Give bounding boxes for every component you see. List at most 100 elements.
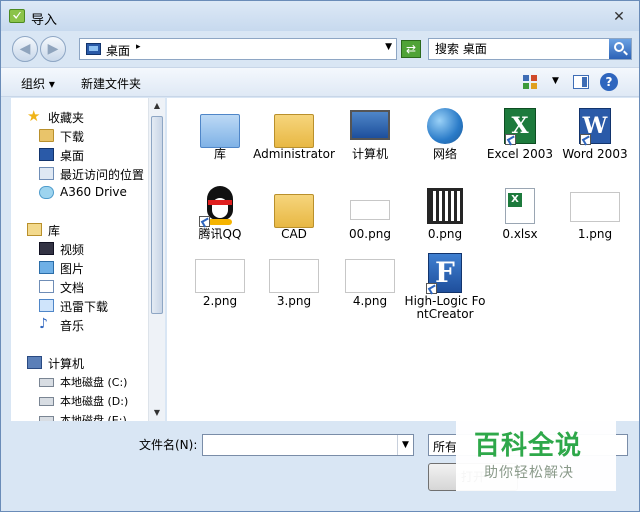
file-label: 库 xyxy=(213,147,226,161)
app-icon xyxy=(9,9,25,23)
filetype-value: 所有 xyxy=(433,440,458,454)
back-button[interactable]: ◀ xyxy=(12,36,38,62)
file-label: Excel 2003 xyxy=(486,147,554,161)
qr-code-thumbnail-icon xyxy=(427,188,463,224)
file-label: 1.png xyxy=(577,227,613,241)
nav-label: A360 Drive xyxy=(60,185,127,199)
file-label: 4.png xyxy=(352,294,388,308)
nav-label: 下载 xyxy=(60,130,85,144)
download-folder-icon xyxy=(39,129,54,142)
image-thumbnail-icon xyxy=(570,192,620,222)
documents-library-icon xyxy=(39,280,54,293)
nav-label: 本地磁盘 (E:) xyxy=(60,414,127,421)
close-button[interactable]: ✕ xyxy=(611,9,627,25)
refresh-button[interactable]: ⇄ xyxy=(401,40,421,58)
image-thumbnail-icon xyxy=(345,259,395,293)
filename-dropdown-icon[interactable]: ▼ xyxy=(397,435,413,455)
forward-button[interactable]: ▶ xyxy=(40,36,66,62)
libraries-icon xyxy=(27,223,42,236)
watermark-subtitle: 助你轻松解决 xyxy=(484,465,574,481)
user-folder-icon xyxy=(274,114,314,148)
address-row: ◀ ▶ 桌面 ▸ ▼ ⇄ xyxy=(1,31,639,65)
nav-scrollbar[interactable]: ▲ ▼ xyxy=(148,98,165,421)
shortcut-arrow-icon xyxy=(580,134,591,145)
pictures-library-icon xyxy=(39,261,54,274)
computer-icon xyxy=(27,356,42,369)
nav-label: 音乐 xyxy=(60,319,85,333)
drive-icon xyxy=(39,378,54,387)
xlsx-file-icon xyxy=(505,188,535,224)
shortcut-arrow-icon xyxy=(505,134,516,145)
scroll-up-icon[interactable]: ▲ xyxy=(149,98,165,114)
image-thumbnail-icon xyxy=(269,259,319,293)
file-list[interactable]: 库 Administrator 计算机 网络 X Excel 2003 W Wo… xyxy=(167,98,639,421)
search-input[interactable] xyxy=(429,39,607,59)
filename-label: 文件名(N): xyxy=(139,438,198,452)
search-icon xyxy=(614,42,624,52)
shortcut-arrow-icon xyxy=(426,283,437,294)
scroll-down-icon[interactable]: ▼ xyxy=(149,405,165,421)
folder-icon xyxy=(274,194,314,228)
nav-label: 本地磁盘 (D:) xyxy=(60,395,129,408)
desktop-icon xyxy=(86,43,101,55)
address-location[interactable]: 桌面 xyxy=(106,42,130,59)
change-view-icon[interactable] xyxy=(523,75,537,89)
network-globe-icon xyxy=(427,108,463,144)
file-label: 腾讯QQ xyxy=(198,227,242,241)
search-button[interactable] xyxy=(609,39,631,59)
image-thumbnail-icon xyxy=(195,259,245,293)
nav-label: 桌面 xyxy=(60,149,85,163)
import-dialog: 导入 ✕ ◀ ▶ 桌面 ▸ ▼ ⇄ 组织 ▾ 新建文件夹 ▼ ? ★ xyxy=(0,0,640,512)
drive-icon xyxy=(39,397,54,406)
address-bar[interactable]: 桌面 ▸ ▼ xyxy=(79,38,397,60)
file-label: Administrator xyxy=(253,147,335,161)
nav-label: 计算机 xyxy=(48,357,85,371)
window-title: 导入 xyxy=(31,13,58,28)
watermark: 百科全说 助你轻松解决 xyxy=(456,419,616,491)
filename-combobox[interactable]: ▼ xyxy=(202,434,414,456)
file-label: 00.png xyxy=(349,227,391,241)
scrollbar-thumb[interactable] xyxy=(151,116,163,314)
music-library-icon: ♪ xyxy=(39,316,48,332)
nav-label: 视频 xyxy=(60,243,85,257)
search-box[interactable] xyxy=(428,38,632,60)
computer-icon xyxy=(350,110,390,140)
breadcrumb-chevron-icon[interactable]: ▸ xyxy=(136,42,141,52)
nav-label: 图片 xyxy=(60,262,85,276)
file-label: 计算机 xyxy=(351,147,388,161)
recent-places-icon xyxy=(39,167,54,180)
nav-label: 收藏夹 xyxy=(48,111,85,125)
file-label: 0.xlsx xyxy=(502,227,538,241)
view-dropdown-icon[interactable]: ▼ xyxy=(552,76,559,86)
nav-label: 迅雷下载 xyxy=(60,300,109,314)
nav-label: 库 xyxy=(48,224,61,238)
nav-label: 文档 xyxy=(60,281,85,295)
command-toolbar: 组织 ▾ 新建文件夹 ▼ ? xyxy=(1,67,639,97)
file-label: 网络 xyxy=(432,147,457,161)
preview-pane-icon[interactable] xyxy=(573,75,589,89)
nav-label: 本地磁盘 (C:) xyxy=(60,376,128,389)
new-folder-button[interactable]: 新建文件夹 xyxy=(81,75,141,92)
nav-label: 最近访问的位置 xyxy=(60,168,145,182)
image-thumbnail-icon xyxy=(350,200,390,220)
help-icon[interactable]: ? xyxy=(600,73,618,91)
file-label: High-Logic FontCreator xyxy=(404,294,486,321)
star-icon: ★ xyxy=(27,107,41,125)
video-library-icon xyxy=(39,242,54,255)
file-label: 0.png xyxy=(427,227,463,241)
thunder-download-icon xyxy=(39,299,54,312)
watermark-title: 百科全说 xyxy=(474,431,583,461)
file-label: CAD xyxy=(281,227,307,241)
navigation-pane[interactable]: ★ 收藏夹 下载 桌面 最近访问的位置 A360 Drive 库 视频 图片 文… xyxy=(11,98,165,421)
file-label: Word 2003 xyxy=(562,147,628,161)
organize-button[interactable]: 组织 ▾ xyxy=(21,75,55,92)
filename-input[interactable] xyxy=(203,435,395,455)
libraries-folder-icon xyxy=(200,114,240,148)
address-dropdown-icon[interactable]: ▼ xyxy=(385,42,392,52)
file-label: 2.png xyxy=(202,294,238,308)
shortcut-arrow-icon xyxy=(199,216,210,227)
title-bar: 导入 ✕ xyxy=(1,1,639,31)
file-label: 3.png xyxy=(276,294,312,308)
desktop-icon xyxy=(39,148,54,161)
cloud-drive-icon xyxy=(39,186,54,199)
